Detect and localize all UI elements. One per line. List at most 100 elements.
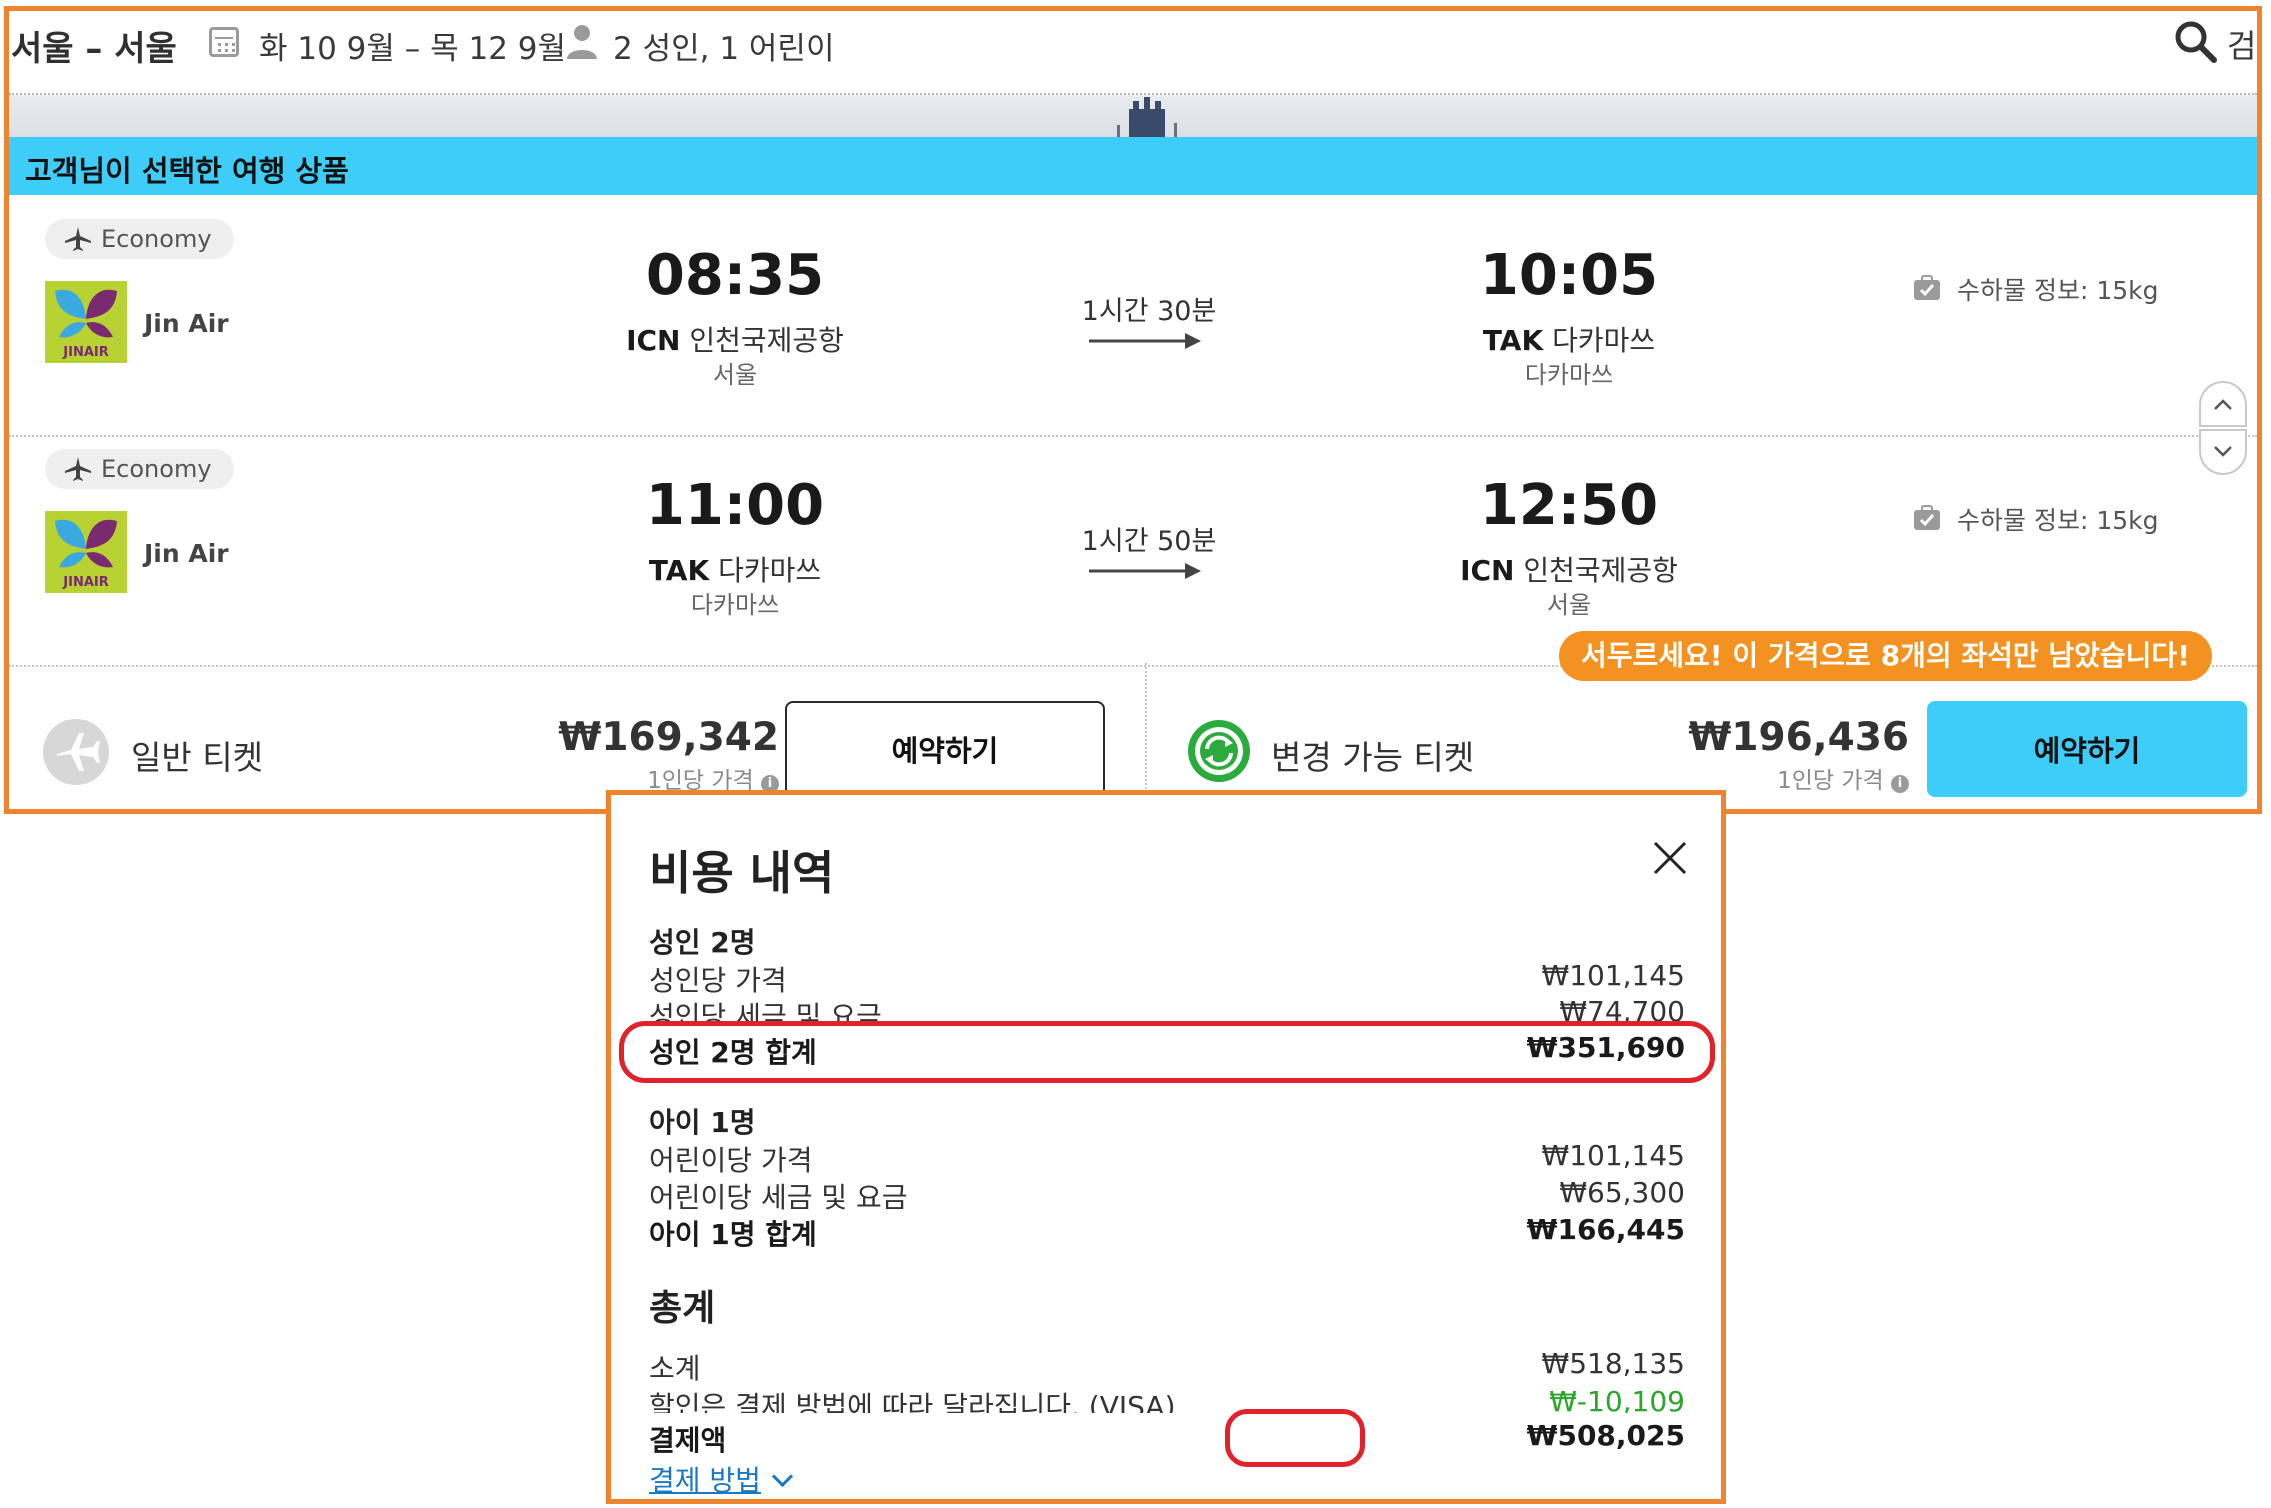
refresh-icon: [1188, 720, 1250, 782]
svg-text:JINAIR: JINAIR: [62, 575, 108, 590]
arrival-airport-name: 인천국제공항: [1523, 554, 1678, 587]
info-icon[interactable]: i: [1891, 775, 1909, 793]
dates-text: 화 10 9월 – 목 12 9월: [259, 31, 567, 67]
scroll-up-button[interactable]: [2199, 381, 2247, 427]
calendar-icon: [209, 27, 239, 57]
departure-city: 서울: [712, 361, 758, 389]
jin-air-logo: JINAIR: [45, 281, 127, 363]
row-amount: ₩-10,109: [1549, 1385, 1685, 1413]
svg-text:JINAIR: JINAIR: [62, 345, 108, 360]
airline-name: Jin Air: [144, 539, 229, 568]
search-button-label[interactable]: 검색: [2227, 21, 2257, 67]
arrival-time: 10:05: [1479, 243, 1659, 308]
adult-tax-row: 성인당 세금 및 요금 ₩74,700: [649, 995, 1685, 1021]
departure-airport-name: 다카마쓰: [718, 554, 822, 587]
per-person-label: 1인당 가격: [1777, 768, 1884, 794]
plane-circle-icon: [43, 719, 109, 785]
subtotal-row: 소계 ₩518,135: [649, 1347, 1685, 1385]
payment-method-link[interactable]: 결제 방법: [649, 1459, 794, 1499]
payment-method-label[interactable]: 결제 방법: [649, 1464, 761, 1497]
airline-name: Jin Air: [144, 309, 229, 338]
cabin-class-label: Economy: [101, 225, 212, 253]
arrival-time: 12:50: [1479, 473, 1659, 538]
child-tax-row: 어린이당 세금 및 요금 ₩65,300: [649, 1176, 1685, 1214]
flexible-ticket-price: ₩196,436: [1688, 715, 1909, 760]
arrival-city: 서울: [1546, 591, 1592, 619]
arrival-code: TAK: [1482, 324, 1544, 357]
row-amount: ₩508,025: [1526, 1419, 1685, 1452]
flexible-ticket-label: 변경 가능 티켓: [1271, 738, 1475, 777]
departure-airport-name: 인천국제공항: [689, 324, 844, 357]
row-label: 할인은 결제 방법에 따라 달라집니다. (VISA): [649, 1390, 1176, 1413]
row-amount: ₩518,135: [1541, 1347, 1685, 1380]
baggage-icon: [1914, 275, 1940, 300]
arrival-airport: ICN 인천국제공항: [1389, 549, 1749, 589]
route-text: 서울 – 서울: [11, 29, 177, 69]
plane-icon: [65, 457, 91, 481]
arrival-airport: TAK 다카마쓰: [1389, 319, 1749, 359]
scroll-down-button[interactable]: [2199, 429, 2247, 475]
child-total-row: 아이 1명 합계 ₩166,445: [649, 1213, 1685, 1251]
baggage-info: 수하물 정보: 15kg: [1957, 506, 2159, 535]
search-icon[interactable]: [2171, 17, 2219, 65]
flight-duration: 1시간 30분: [1081, 296, 1217, 327]
departure-airport: ICN 인천국제공항: [555, 319, 915, 359]
highlight-payment-total: [1225, 1409, 1365, 1467]
jin-air-logo: JINAIR: [45, 511, 127, 593]
children-heading: 아이 1명: [649, 1106, 756, 1139]
departure-city: 다카마쓰: [690, 591, 780, 619]
popup-title: 비용 내역: [649, 846, 835, 900]
payment-total-row: 결제액 ₩508,025: [649, 1419, 1685, 1457]
flight-leg-outbound: Economy JINAIR Jin Air 08:35 ICN 인천국제공항 …: [9, 207, 2257, 437]
baggage-info: 수하물 정보: 15kg: [1957, 276, 2159, 305]
row-amount: ₩166,445: [1526, 1213, 1685, 1246]
arrival-airport-name: 다카마쓰: [1552, 324, 1656, 357]
child-price-row: 어린이당 가격 ₩101,145: [649, 1139, 1685, 1177]
row-amount: ₩74,700: [1559, 995, 1685, 1021]
arrival-city: 다카마쓰: [1524, 361, 1614, 389]
cabin-class-badge: Economy: [45, 219, 234, 259]
baggage-icon: [1914, 505, 1940, 530]
person-icon: [567, 25, 597, 59]
standard-ticket-label: 일반 티켓: [131, 738, 263, 777]
plane-icon: [65, 227, 91, 251]
seats-left-badge: 서두르세요! 이 가격으로 8개의 좌석만 남았습니다!: [1559, 631, 2212, 681]
adults-heading: 성인 2명: [649, 926, 756, 959]
book-standard-button[interactable]: 예약하기: [785, 701, 1105, 797]
chevron-down-icon: [2214, 446, 2232, 457]
cost-breakdown-popup: 비용 내역 성인 2명 성인당 가격 ₩101,145 성인당 세금 및 요금 …: [606, 790, 1726, 1504]
flight-duration: 1시간 50분: [1081, 526, 1217, 557]
summary-heading: 총계: [649, 1288, 716, 1329]
selected-trip-panel: 서울 – 서울 화 10 9월 – 목 12 9월 2 성인, 1 어린이 검색…: [4, 6, 2262, 814]
row-label: 소계: [649, 1352, 701, 1385]
standard-ticket-price: ₩169,342: [558, 715, 779, 760]
arrow-right-icon: [1089, 333, 1201, 349]
travelers-text: 2 성인, 1 어린이: [613, 31, 835, 67]
banner-title: 고객님이 선택한 여행 상품: [25, 154, 349, 188]
row-label: 어린이당 가격: [649, 1144, 813, 1177]
row-label: 성인당 세금 및 요금: [649, 1000, 882, 1021]
close-icon[interactable]: [1651, 839, 1689, 877]
cabin-class-label: Economy: [101, 455, 212, 483]
departure-airport: TAK 다카마쓰: [555, 549, 915, 589]
highlight-adult-total: [619, 1021, 1715, 1083]
cabin-class-badge: Economy: [45, 449, 234, 489]
search-summary-bar[interactable]: 서울 – 서울 화 10 9월 – 목 12 9월 2 성인, 1 어린이 검색: [9, 11, 2257, 95]
row-label: 아이 1명 합계: [649, 1218, 817, 1251]
arrival-code: ICN: [1460, 554, 1515, 587]
book-flexible-button[interactable]: 예약하기: [1927, 701, 2247, 797]
row-label: 어린이당 세금 및 요금: [649, 1181, 908, 1214]
row-label: 성인당 가격: [649, 964, 787, 997]
departure-code: ICN: [626, 324, 681, 357]
castle-image: [1117, 97, 1177, 137]
arrow-right-icon: [1089, 563, 1201, 579]
departure-time: 08:35: [645, 243, 825, 308]
chevron-down-icon: [771, 1465, 794, 1488]
selected-trip-banner: 고객님이 선택한 여행 상품: [9, 137, 2257, 195]
departure-code: TAK: [648, 554, 710, 587]
row-amount: ₩101,145: [1541, 959, 1685, 992]
chevron-up-icon: [2214, 399, 2232, 410]
row-amount: ₩101,145: [1541, 1139, 1685, 1172]
row-label: 결제액: [649, 1424, 727, 1457]
row-amount: ₩65,300: [1559, 1176, 1685, 1209]
